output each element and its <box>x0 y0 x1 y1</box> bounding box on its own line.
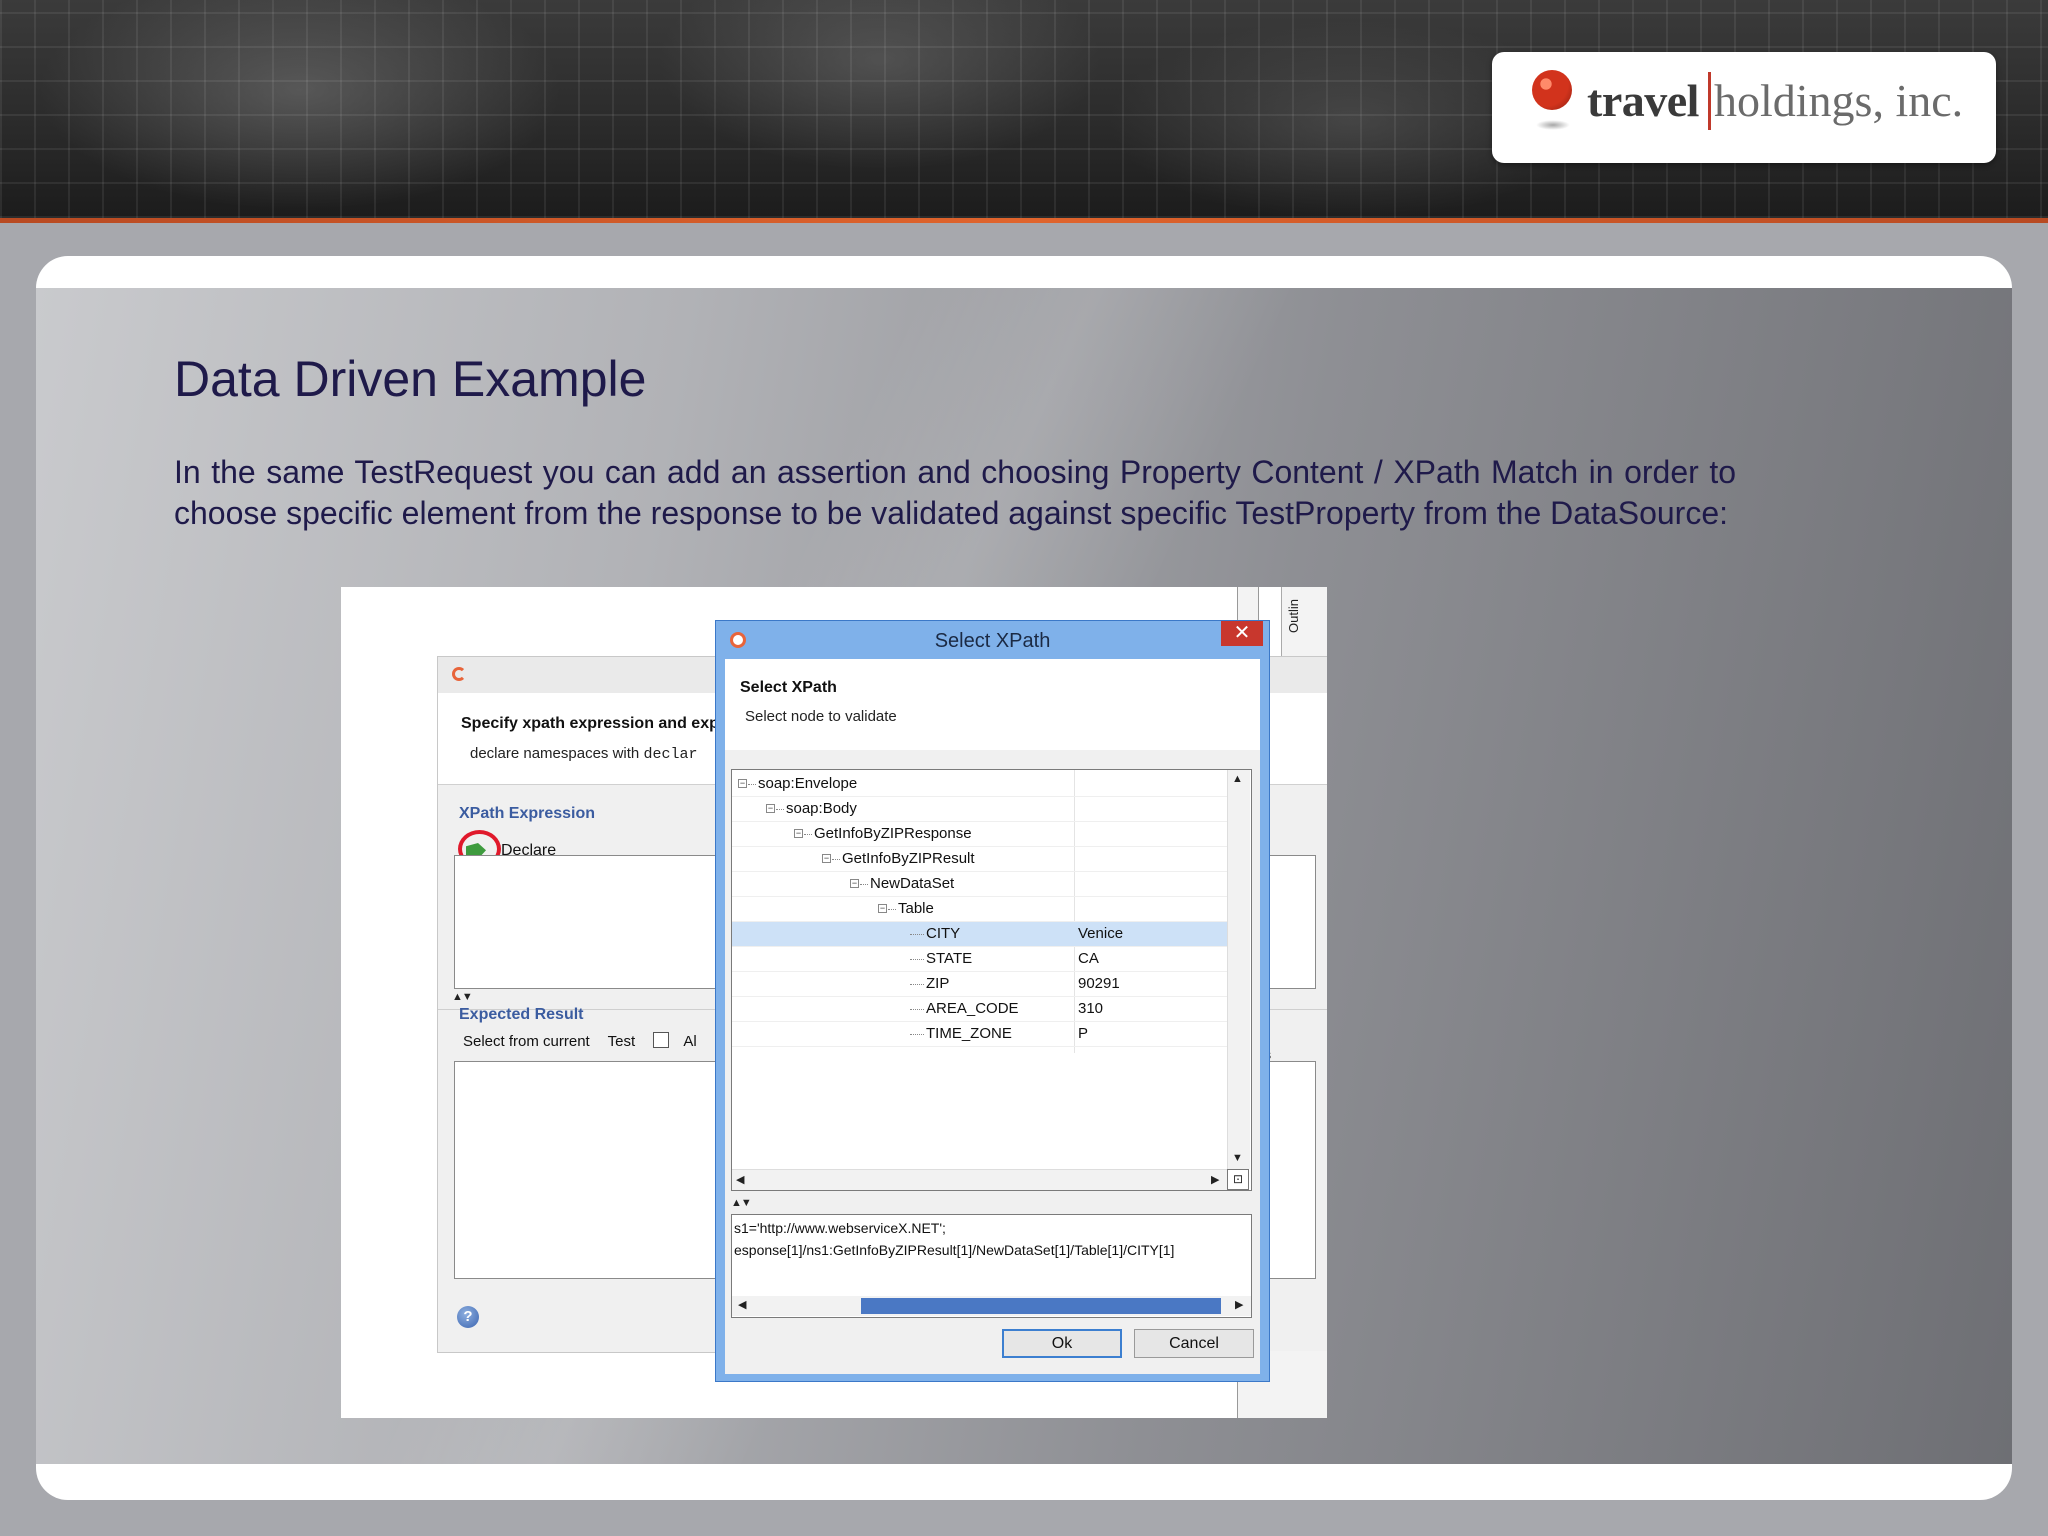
select-from-current-button[interactable]: Select from current <box>463 1033 590 1050</box>
tree-node-label: TIME_ZONE <box>926 1025 1012 1042</box>
test-button[interactable]: Test <box>608 1033 636 1050</box>
tree-node-label: GetInfoByZIPResult <box>842 850 975 867</box>
tree-connector <box>888 909 896 911</box>
tree-node-label: soap:Envelope <box>758 775 858 792</box>
soapui-app-icon <box>452 667 466 681</box>
select-xpath-window-title: Select XPath <box>934 630 1051 652</box>
tree-node-label: ZIP <box>926 975 950 992</box>
namespace-hint: declare namespaces with <box>470 745 644 762</box>
tree-node-getinfobyzipresponse[interactable]: − GetInfoByZIPResponse <box>732 822 1227 847</box>
tree-connector <box>804 834 812 836</box>
slide-panel-bottom <box>36 1464 2012 1500</box>
embedded-screenshot: Specify xpath expression and exp declare… <box>341 587 1327 1418</box>
tree-node-label: CITY <box>926 925 961 942</box>
namespace-hint-code: declar <box>643 746 698 763</box>
tree-node-time-zone[interactable]: TIME_ZONE P <box>732 1022 1227 1047</box>
tree-node-label: AREA_CODE <box>926 1000 1019 1017</box>
tree-node-getinfobyzipresult[interactable]: − GetInfoByZIPResult <box>732 847 1227 872</box>
tree-node-city[interactable]: CITY Venice <box>732 922 1227 947</box>
allow-wildcards-label: Al <box>683 1033 697 1050</box>
select-xpath-header: Select XPath Select node to validate <box>725 659 1260 750</box>
collapse-icon[interactable]: − <box>822 854 831 863</box>
tree-node-soap-envelope[interactable]: − soap:Envelope <box>732 772 1227 797</box>
xpath-path-line: esponse[1]/ns1:GetInfoByZIPResult[1]/New… <box>734 1242 1175 1258</box>
tree-node-value: P <box>1078 1025 1089 1042</box>
collapse-icon[interactable]: − <box>794 829 803 838</box>
tree-connector <box>910 1034 924 1036</box>
company-logo: travel holdings, inc. <box>1492 52 1996 163</box>
xpath-result-field[interactable]: s1='http://www.webserviceX.NET'; esponse… <box>731 1214 1252 1318</box>
header-accent-stripe <box>0 218 2048 223</box>
outline-tab[interactable]: Outlin <box>1286 587 1304 633</box>
tree-node-value: CA <box>1078 950 1099 967</box>
ok-button[interactable]: Ok <box>1002 1329 1122 1358</box>
collapse-icon[interactable]: − <box>850 879 859 888</box>
tree-node-value: Venice <box>1078 925 1124 942</box>
close-icon[interactable]: ✕ <box>1221 621 1263 646</box>
globe-shadow <box>1536 120 1570 130</box>
scroll-up-icon[interactable]: ▲ <box>1232 773 1243 785</box>
collapse-icon[interactable]: − <box>766 804 775 813</box>
slide-panel-top <box>36 256 2012 292</box>
collapse-icon[interactable]: − <box>878 904 887 913</box>
tree-node-label: GetInfoByZIPResponse <box>814 825 972 842</box>
logo-text-holdings: holdings, inc. <box>1714 75 1964 126</box>
select-xpath-titlebar[interactable]: Select XPath ✕ <box>716 621 1269 659</box>
tree-node-table[interactable]: − Table <box>732 897 1227 922</box>
scroll-right-icon[interactable]: ▶ <box>1235 1298 1243 1311</box>
tree-node-soap-body[interactable]: − soap:Body <box>732 797 1227 822</box>
select-xpath-content: Select XPath Select node to validate − so… <box>725 659 1260 1374</box>
tree-connector <box>910 959 924 961</box>
zoom-icon[interactable]: ⊡ <box>1227 1169 1249 1190</box>
horizontal-scrollbar[interactable]: ◀ ▶ <box>732 1169 1227 1190</box>
tree-connector <box>860 884 868 886</box>
tree-node-newdataset[interactable]: − NewDataSet <box>732 872 1227 897</box>
help-icon[interactable]: ? <box>457 1306 479 1328</box>
tree-node-state[interactable]: STATE CA <box>732 947 1227 972</box>
select-xpath-dialog: Select XPath ✕ Select XPath Select node … <box>715 620 1270 1382</box>
expected-result-label: Expected Result <box>459 1006 584 1023</box>
splitter-arrows-icon[interactable]: ▲▼ <box>452 991 473 1003</box>
tree-connector <box>910 984 924 986</box>
logo-divider <box>1708 72 1711 130</box>
tree-connector <box>910 934 924 936</box>
tree-node-area-code[interactable]: AREA_CODE 310 <box>732 997 1227 1022</box>
tree-node-label: STATE <box>926 950 973 967</box>
globe-icon <box>1532 70 1572 110</box>
assertion-dialog-subheading: declare namespaces with declar <box>470 745 697 763</box>
logo-text-travel: travel <box>1587 75 1699 126</box>
xpath-namespace-line: s1='http://www.webserviceX.NET'; <box>734 1220 946 1236</box>
allow-wildcards-checkbox[interactable] <box>653 1032 670 1048</box>
scroll-left-icon[interactable]: ◀ <box>736 1173 744 1186</box>
vertical-scrollbar[interactable]: ▲ ▼ <box>1227 770 1250 1169</box>
scroll-right-icon[interactable]: ▶ <box>1211 1173 1219 1186</box>
slide-title: Data Driven Example <box>174 351 647 407</box>
tree-node-label: soap:Body <box>786 800 857 817</box>
splitter-arrows-icon[interactable]: ▲▼ <box>731 1197 752 1209</box>
tree-connector <box>832 859 840 861</box>
xml-node-tree[interactable]: − soap:Envelope − soap:Body − GetInfoByZIPRes… <box>731 769 1252 1191</box>
assertion-dialog-heading: Specify xpath expression and exp <box>461 715 719 732</box>
slide-body-text: In the same TestRequest you can add an a… <box>174 454 1736 531</box>
xpath-expression-label: XPath Expression <box>459 805 596 822</box>
cancel-button[interactable]: Cancel <box>1134 1329 1254 1358</box>
xpath-horizontal-scrollbar[interactable]: ◀ ▶ <box>732 1296 1251 1316</box>
scroll-down-icon[interactable]: ▼ <box>1232 1152 1243 1164</box>
tree-node-value: 310 <box>1078 1000 1104 1017</box>
tree-node-label: NewDataSet <box>870 875 955 892</box>
scrollbar-thumb[interactable] <box>861 1298 1221 1314</box>
tree-node-zip[interactable]: ZIP 90291 <box>732 972 1227 997</box>
tree-connector <box>776 809 784 811</box>
tree-connector <box>748 784 756 786</box>
select-xpath-subheading: Select node to validate <box>745 708 897 725</box>
scroll-left-icon[interactable]: ◀ <box>738 1298 746 1311</box>
tree-node-value: 90291 <box>1078 975 1120 992</box>
tree-node-label: Table <box>898 900 934 917</box>
collapse-icon[interactable]: − <box>738 779 747 788</box>
tree-connector <box>910 1009 924 1011</box>
select-xpath-heading: Select XPath <box>740 679 837 696</box>
expected-result-toolbar: Select from current Test Al <box>463 1032 711 1050</box>
